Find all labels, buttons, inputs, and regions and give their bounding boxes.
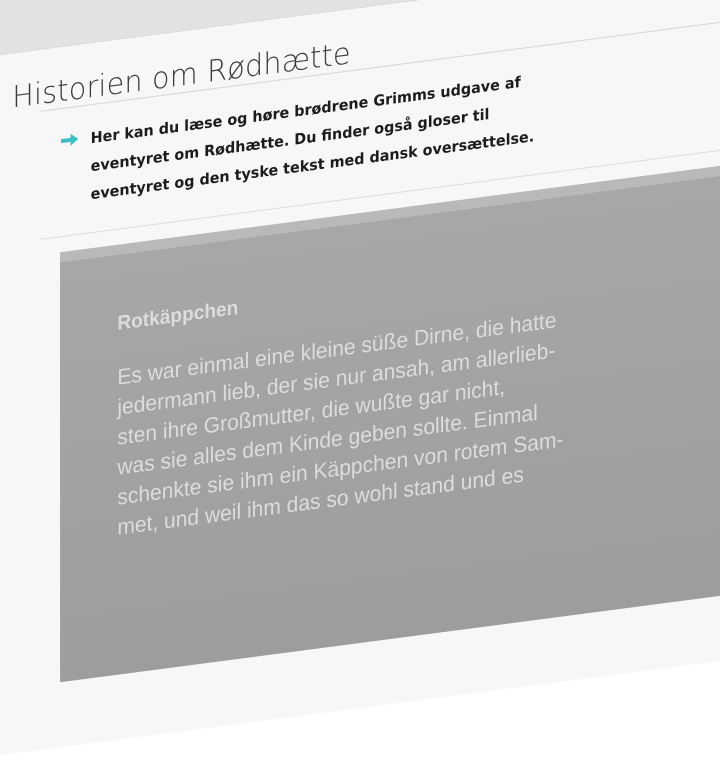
story-title: Rotkäppchen <box>117 296 239 335</box>
skewed-page-view: Historien om Rødhætte Her kan du læse og… <box>0 0 720 760</box>
arrow-right-icon <box>61 133 79 146</box>
